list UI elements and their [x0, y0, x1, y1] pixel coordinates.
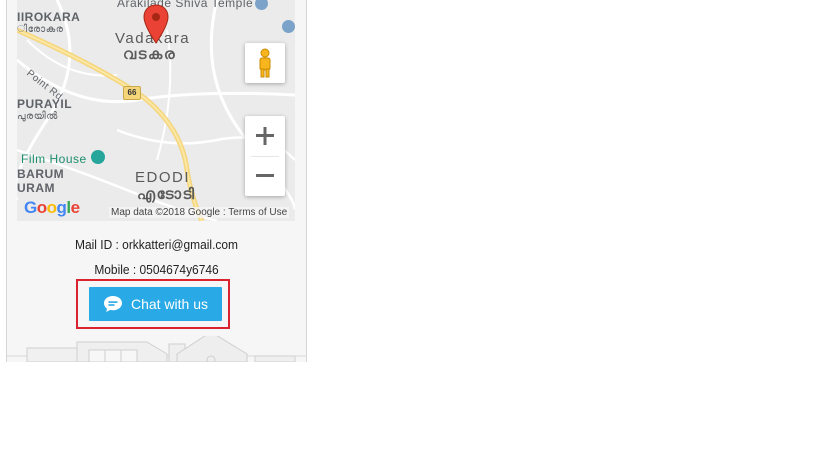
map-label-irokara-ml: ിരോകര	[17, 24, 64, 35]
map-data-text: Map data ©2018 Google	[111, 207, 221, 218]
map-label-purayil-ml: പുരയിൽ	[17, 111, 58, 122]
map-view[interactable]: IIROKARA ിരോകര Arakilade Shiva Temple Va…	[17, 0, 295, 221]
street-view-pegman-button[interactable]	[245, 43, 285, 83]
contact-panel: IIROKARA ിരോകര Arakilade Shiva Temple Va…	[6, 0, 307, 362]
plus-icon	[256, 127, 274, 145]
map-label-vadakara-ml: വടകര	[123, 46, 177, 63]
map-pin-icon[interactable]	[143, 4, 169, 44]
mobile-text: Mobile : 0504674y6746	[94, 262, 219, 277]
zoom-control	[245, 116, 285, 196]
map-label-temple: Arakilade Shiva Temple	[117, 0, 254, 10]
map-label-edodi-ml: എടോടി	[137, 186, 196, 203]
highway-66-shield: 66	[123, 86, 141, 100]
terms-of-use-link[interactable]: Terms of Use	[228, 207, 287, 218]
chat-with-us-button[interactable]: Chat with us	[89, 287, 222, 321]
map-attribution: Map data ©2018 Google : Terms of Use	[109, 207, 290, 218]
google-logo[interactable]: Google	[24, 198, 80, 218]
map-label-film-house: Film House	[21, 152, 87, 166]
film-house-icon	[91, 150, 105, 164]
map-label-edodi: EDODI	[135, 169, 191, 186]
footer-illustration	[7, 336, 306, 362]
pegman-icon	[259, 48, 271, 78]
chat-button-label: Chat with us	[130, 296, 209, 312]
map-label-barum: BARUM	[17, 167, 65, 181]
map-label-irokara: IIROKARA	[17, 10, 81, 24]
minus-icon	[256, 174, 274, 177]
map-label-purayil: PURAYIL	[17, 97, 73, 111]
zoom-out-button[interactable]	[245, 156, 285, 196]
zoom-in-button[interactable]	[245, 116, 285, 156]
map-label-uram: URAM	[17, 181, 55, 195]
mail-id-text: Mail ID : orkkatteri@gmail.com	[74, 237, 239, 252]
chat-bubble-icon	[103, 296, 122, 312]
poi-icon	[282, 20, 295, 33]
